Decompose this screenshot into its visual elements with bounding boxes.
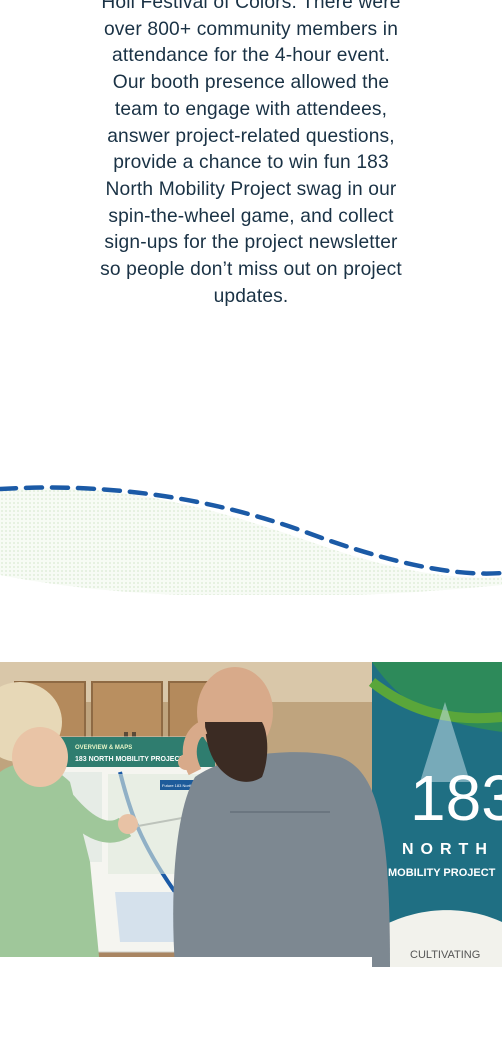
paragraph-line: so people don’t miss out on project xyxy=(100,259,402,281)
paragraph-line: North Mobility Project swag in our xyxy=(105,178,397,200)
board-header: OVERVIEW & MAPS xyxy=(75,745,132,751)
event-photo: 183 NORTH MOBILITY PROJECT CULTIVATING O… xyxy=(0,662,502,967)
paragraph-line: spin-the-wheel game, and collect xyxy=(108,205,394,227)
banner-north: NORTH xyxy=(402,841,494,858)
paragraph-line: answer project-related questions, xyxy=(107,125,395,147)
paragraph-line: Holi Festival of Colors. There were xyxy=(101,0,401,13)
project-banner: 183 NORTH MOBILITY PROJECT CULTIVATING xyxy=(368,662,502,967)
paragraph-line: sign-ups for the project newsletter xyxy=(104,232,398,254)
banner-mobility: MOBILITY PROJECT xyxy=(388,867,496,879)
paragraph-line: team to engage with attendees, xyxy=(114,98,388,120)
banner-number: 183 xyxy=(410,762,502,834)
paragraph-line: attendance for the 4-hour event. xyxy=(112,45,390,67)
paragraph-line: Our booth presence allowed the xyxy=(112,72,390,94)
wave-divider xyxy=(0,485,502,597)
paragraph-line: provide a chance to win fun 183 xyxy=(113,152,389,174)
paragraph-line: updates. xyxy=(213,285,289,307)
paragraph-line: over 800+ community members in xyxy=(103,18,399,40)
article-paragraph: Holi Festival of Colors. There were over… xyxy=(0,0,502,470)
wave-fill xyxy=(0,488,502,595)
board-title: 183 NORTH MOBILITY PROJECT xyxy=(75,756,185,763)
banner-tagline: CULTIVATING xyxy=(410,949,480,961)
